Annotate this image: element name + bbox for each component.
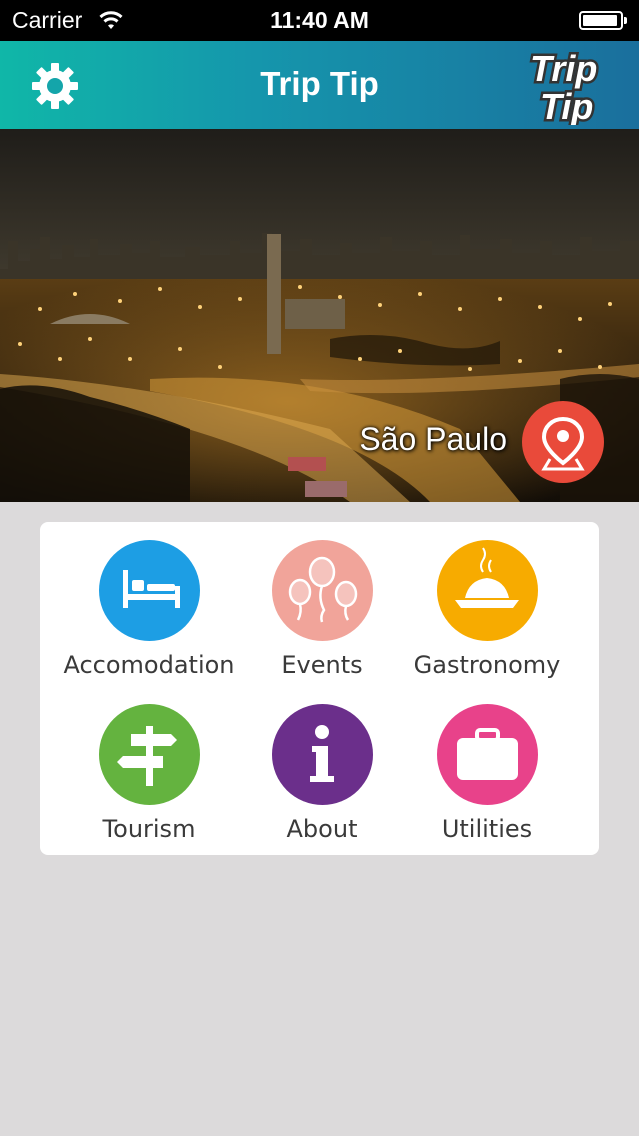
accomodation-circle xyxy=(98,540,200,641)
battery-icon xyxy=(579,11,627,30)
city-name: São Paulo xyxy=(359,421,507,457)
utilities-circle xyxy=(436,704,538,805)
tourism-label: Tourism xyxy=(102,815,196,843)
hero-city-image: São Paulo xyxy=(0,129,639,502)
menu-accomodation[interactable]: Accomodation xyxy=(54,540,244,679)
menu-about[interactable]: About xyxy=(227,704,417,843)
svg-text:Trip: Trip xyxy=(530,48,597,89)
battery-level xyxy=(583,15,617,26)
tourism-circle xyxy=(98,704,200,805)
trip-tip-logo: Trip Trip Tip Tip xyxy=(528,46,600,126)
info-icon xyxy=(309,725,334,782)
gastronomy-circle xyxy=(436,540,538,641)
accomodation-label: Accomodation xyxy=(63,651,235,679)
nav-bar: Trip Tip Trip Trip Tip Tip xyxy=(0,41,639,129)
status-time: 11:40 AM xyxy=(270,7,369,33)
suitcase-icon xyxy=(456,728,518,780)
menu-grid: Accomodation Events Gastronomy Tourism A… xyxy=(40,522,599,855)
utilities-label: Utilities xyxy=(441,815,533,843)
menu-gastronomy[interactable]: Gastronomy xyxy=(392,540,582,679)
menu-tourism[interactable]: Tourism xyxy=(54,704,244,843)
menu-utilities[interactable]: Utilities xyxy=(392,704,582,843)
events-label: Events xyxy=(281,651,363,679)
svg-text:Tip: Tip xyxy=(540,86,593,125)
about-label: About xyxy=(286,815,358,843)
events-circle xyxy=(271,540,373,641)
gastronomy-label: Gastronomy xyxy=(413,651,561,679)
signpost-icon xyxy=(116,726,177,786)
about-circle xyxy=(271,704,373,805)
status-bar: Carrier 11:40 AM xyxy=(0,0,639,41)
location-pin-button[interactable] xyxy=(522,401,604,483)
menu-events[interactable]: Events xyxy=(227,540,417,679)
map-pin-icon xyxy=(541,416,585,471)
bed-icon xyxy=(122,570,180,608)
balloons-icon xyxy=(288,556,357,623)
dish-icon xyxy=(454,547,519,608)
